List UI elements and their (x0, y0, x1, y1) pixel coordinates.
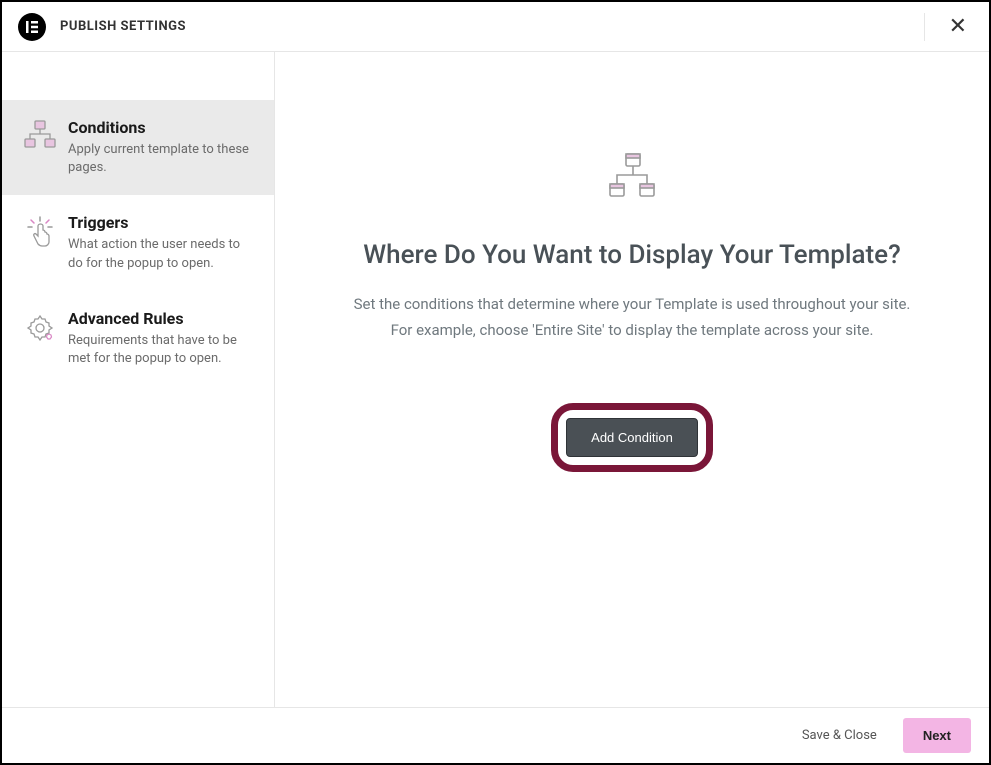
add-condition-highlight: Add Condition (551, 403, 713, 472)
modal-header: PUBLISH SETTINGS ✕ (2, 2, 989, 52)
hero-icon (315, 152, 949, 200)
modal-footer: Save & Close Next (2, 707, 989, 763)
sidebar-item-triggers[interactable]: Triggers What action the user needs to d… (2, 195, 274, 290)
sidebar-item-conditions[interactable]: Conditions Apply current template to the… (2, 100, 274, 195)
sidebar-item-desc: Apply current template to these pages. (68, 141, 256, 177)
sidebar-text: Advanced Rules Requirements that have to… (60, 309, 256, 368)
sidebar-item-advanced-rules[interactable]: Advanced Rules Requirements that have to… (2, 291, 274, 386)
modal-title: PUBLISH SETTINGS (60, 19, 186, 34)
modal-body: Conditions Apply current template to the… (2, 52, 989, 707)
next-button[interactable]: Next (903, 718, 971, 753)
advanced-rules-icon (20, 309, 60, 368)
sidebar-item-desc: What action the user needs to do for the… (68, 236, 256, 272)
close-icon[interactable]: ✕ (943, 16, 973, 38)
sidebar-text: Conditions Apply current template to the… (60, 118, 256, 177)
close-area: ✕ (924, 13, 973, 41)
save-and-close-link[interactable]: Save & Close (802, 728, 877, 743)
elementor-logo (18, 13, 46, 41)
main-panel: Where Do You Want to Display Your Templa… (275, 52, 989, 707)
sidebar: Conditions Apply current template to the… (2, 52, 275, 707)
sidebar-item-title: Advanced Rules (68, 309, 256, 328)
desc-line-2: For example, choose 'Entire Site' to dis… (391, 321, 874, 339)
add-condition-button[interactable]: Add Condition (566, 418, 698, 457)
main-description: Set the conditions that determine where … (315, 292, 949, 343)
sidebar-text: Triggers What action the user needs to d… (60, 213, 256, 272)
sidebar-item-title: Conditions (68, 118, 256, 137)
conditions-icon (20, 118, 60, 177)
sidebar-item-title: Triggers (68, 213, 256, 232)
triggers-icon (20, 213, 60, 272)
main-heading: Where Do You Want to Display Your Templa… (315, 240, 949, 270)
sidebar-item-desc: Requirements that have to be met for the… (68, 332, 256, 368)
desc-line-1: Set the conditions that determine where … (354, 295, 911, 313)
